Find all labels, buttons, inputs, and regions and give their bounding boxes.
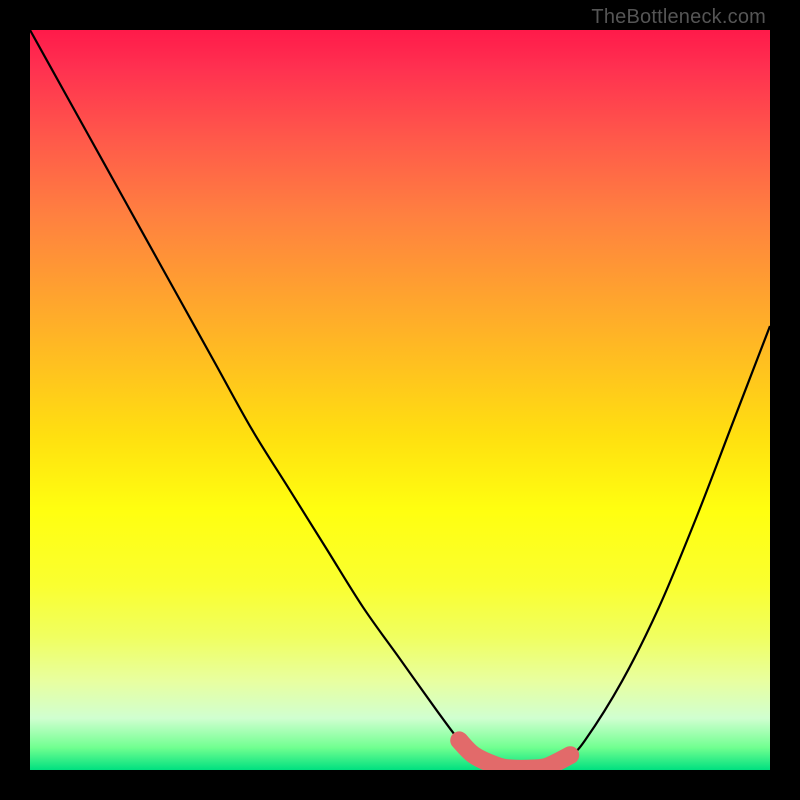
watermark-text: TheBottleneck.com (591, 6, 766, 29)
optimal-zone-marker (459, 740, 570, 768)
bottleneck-curve (30, 30, 770, 769)
